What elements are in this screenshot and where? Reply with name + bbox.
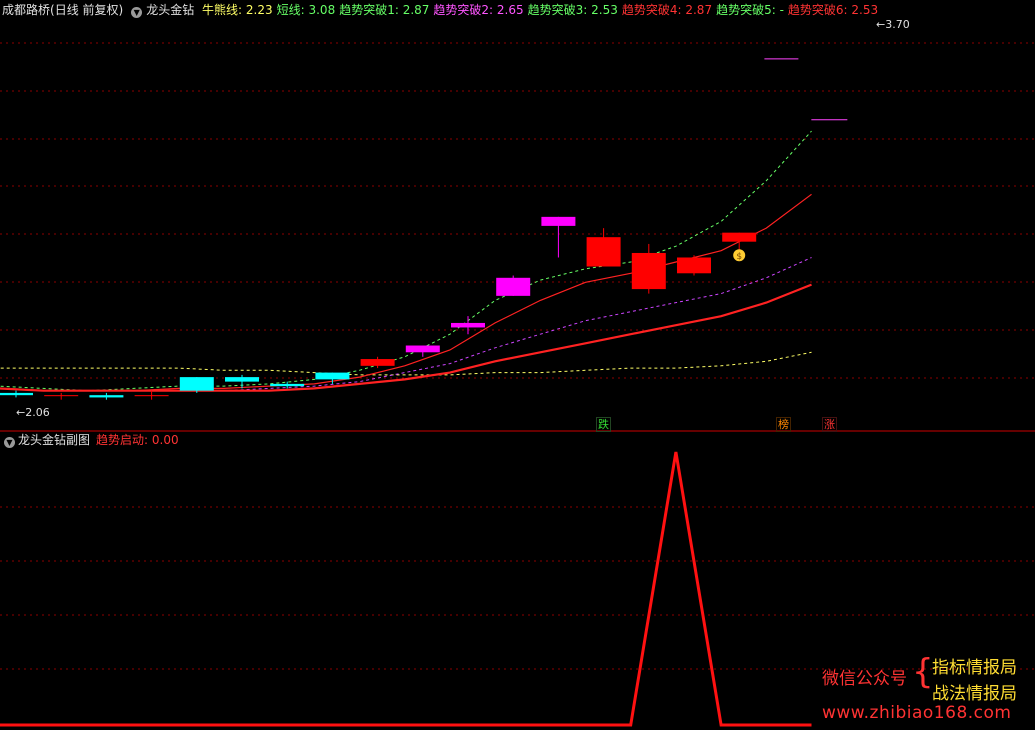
low-price-value: 2.06 [25,406,50,419]
sub-indicator-dropdown-icon[interactable]: ▼ [4,437,15,448]
legend-item-4: 趋势突破3: 2.53 [528,3,618,17]
sub-item-label: 趋势启动: [96,433,152,447]
indicator-name[interactable]: 龙头金钻 [146,3,194,17]
legend-item-5: 趋势突破4: 2.87 [622,3,712,17]
arrow-icon: ← [16,406,26,419]
legend-item-label: 趋势突破6: [787,3,852,17]
legend-item-2: 趋势突破1: 2.87 [339,3,429,17]
candle-body-8 [360,359,395,366]
candle-body-9 [405,345,440,353]
candle-body-14 [631,252,666,290]
stock-chart-window: { "header": { "stock_name": "成都路桥", "per… [0,0,1035,730]
legend-item-6: 趋势突破5: - [716,3,784,17]
candle-body-12 [541,216,576,226]
stock-name[interactable]: 成都路桥 [2,3,50,17]
candlestick-chart: $ [0,42,1035,727]
trend-start-line [0,451,812,727]
legend-item-value: 3.08 [308,3,336,17]
legend-item-label: 趋势突破4: [621,3,686,17]
candle-body-4 [179,377,214,391]
candle-body-15 [677,257,711,274]
watermark-line1: 指标情报局 [932,658,1017,678]
sub-legend: ▼ 龙头金钻副图 趋势启动: 0.00 [2,433,179,448]
legend-item-label: 趋势突破5: [716,3,780,17]
legend-item-value: 2.87 [402,3,430,17]
candle-body-16 [722,232,757,242]
candle-body-3 [134,395,169,397]
indicator-dropdown-icon[interactable]: ▼ [131,7,143,18]
legend-item-value: 2.53 [851,3,879,17]
candle-body-7 [315,372,350,380]
series-line-4 [0,283,812,392]
series-line-2 [0,193,812,392]
legend-item-7: 趋势突破6: 2.53 [788,3,878,17]
legend-item-1: 短线: 3.08 [277,3,336,17]
legend-item-value: 2.65 [496,3,524,17]
legend-item-value: 2.53 [591,3,618,17]
legend-item-value: - [779,3,784,17]
legend-item-label: 牛熊线: [202,3,246,17]
low-price-label: ←2.06 [16,406,50,419]
watermark-line2: 战法情报局 [932,684,1017,704]
legend-item-0: 牛熊线: 2.23 [202,3,273,17]
candle-body-1 [44,395,79,397]
series-line-0 [0,351,812,376]
signal-fall: 跌 [596,417,611,432]
watermark-left: 微信公众号 [822,669,907,689]
legend-item-label: 趋势突破1: [339,3,403,17]
signal-rank: 榜 [776,417,791,432]
legend-item-3: 趋势突破2: 2.65 [433,3,523,17]
main-legend: 成都路桥(日线 前复权) ▼ 龙头金钻 牛熊线: 2.23 短线: 3.08 趋势突破1… [2,2,886,18]
watermark-brace: { [912,652,934,692]
candle-body-13 [586,237,621,267]
candle-body-2 [89,395,124,398]
arrow-icon: ← [876,18,886,31]
candle-body-11 [496,277,531,296]
candle-body-0 [0,392,33,396]
money-bag-glyph: $ [736,252,742,262]
legend-item-label: 趋势突破2: [433,3,497,17]
sub-panel-title[interactable]: 龙头金钻副图 [18,433,90,447]
watermark-url: www.zhibiao168.com [822,703,1012,723]
period-label[interactable]: (日线 前复权) [50,3,123,17]
legend-item-label: 短线: [276,3,309,17]
series-line-3 [0,257,812,392]
sub-item-value: 0.00 [151,433,179,447]
high-price-value: 3.70 [885,18,910,31]
legend-item-label: 趋势突破3: [527,3,592,17]
legend-item-value: 2.23 [245,3,273,17]
candle-body-10 [451,322,485,328]
legend-item-value: 2.87 [685,3,713,17]
signal-rise: 涨 [822,417,837,432]
high-price-label: ←3.70 [876,18,910,31]
candle-body-6 [270,383,305,387]
legend-items: 牛熊线: 2.23 短线: 3.08 趋势突破1: 2.87 趋势突破2: 2.65 趋… [202,3,882,17]
candle-body-5 [225,377,259,382]
